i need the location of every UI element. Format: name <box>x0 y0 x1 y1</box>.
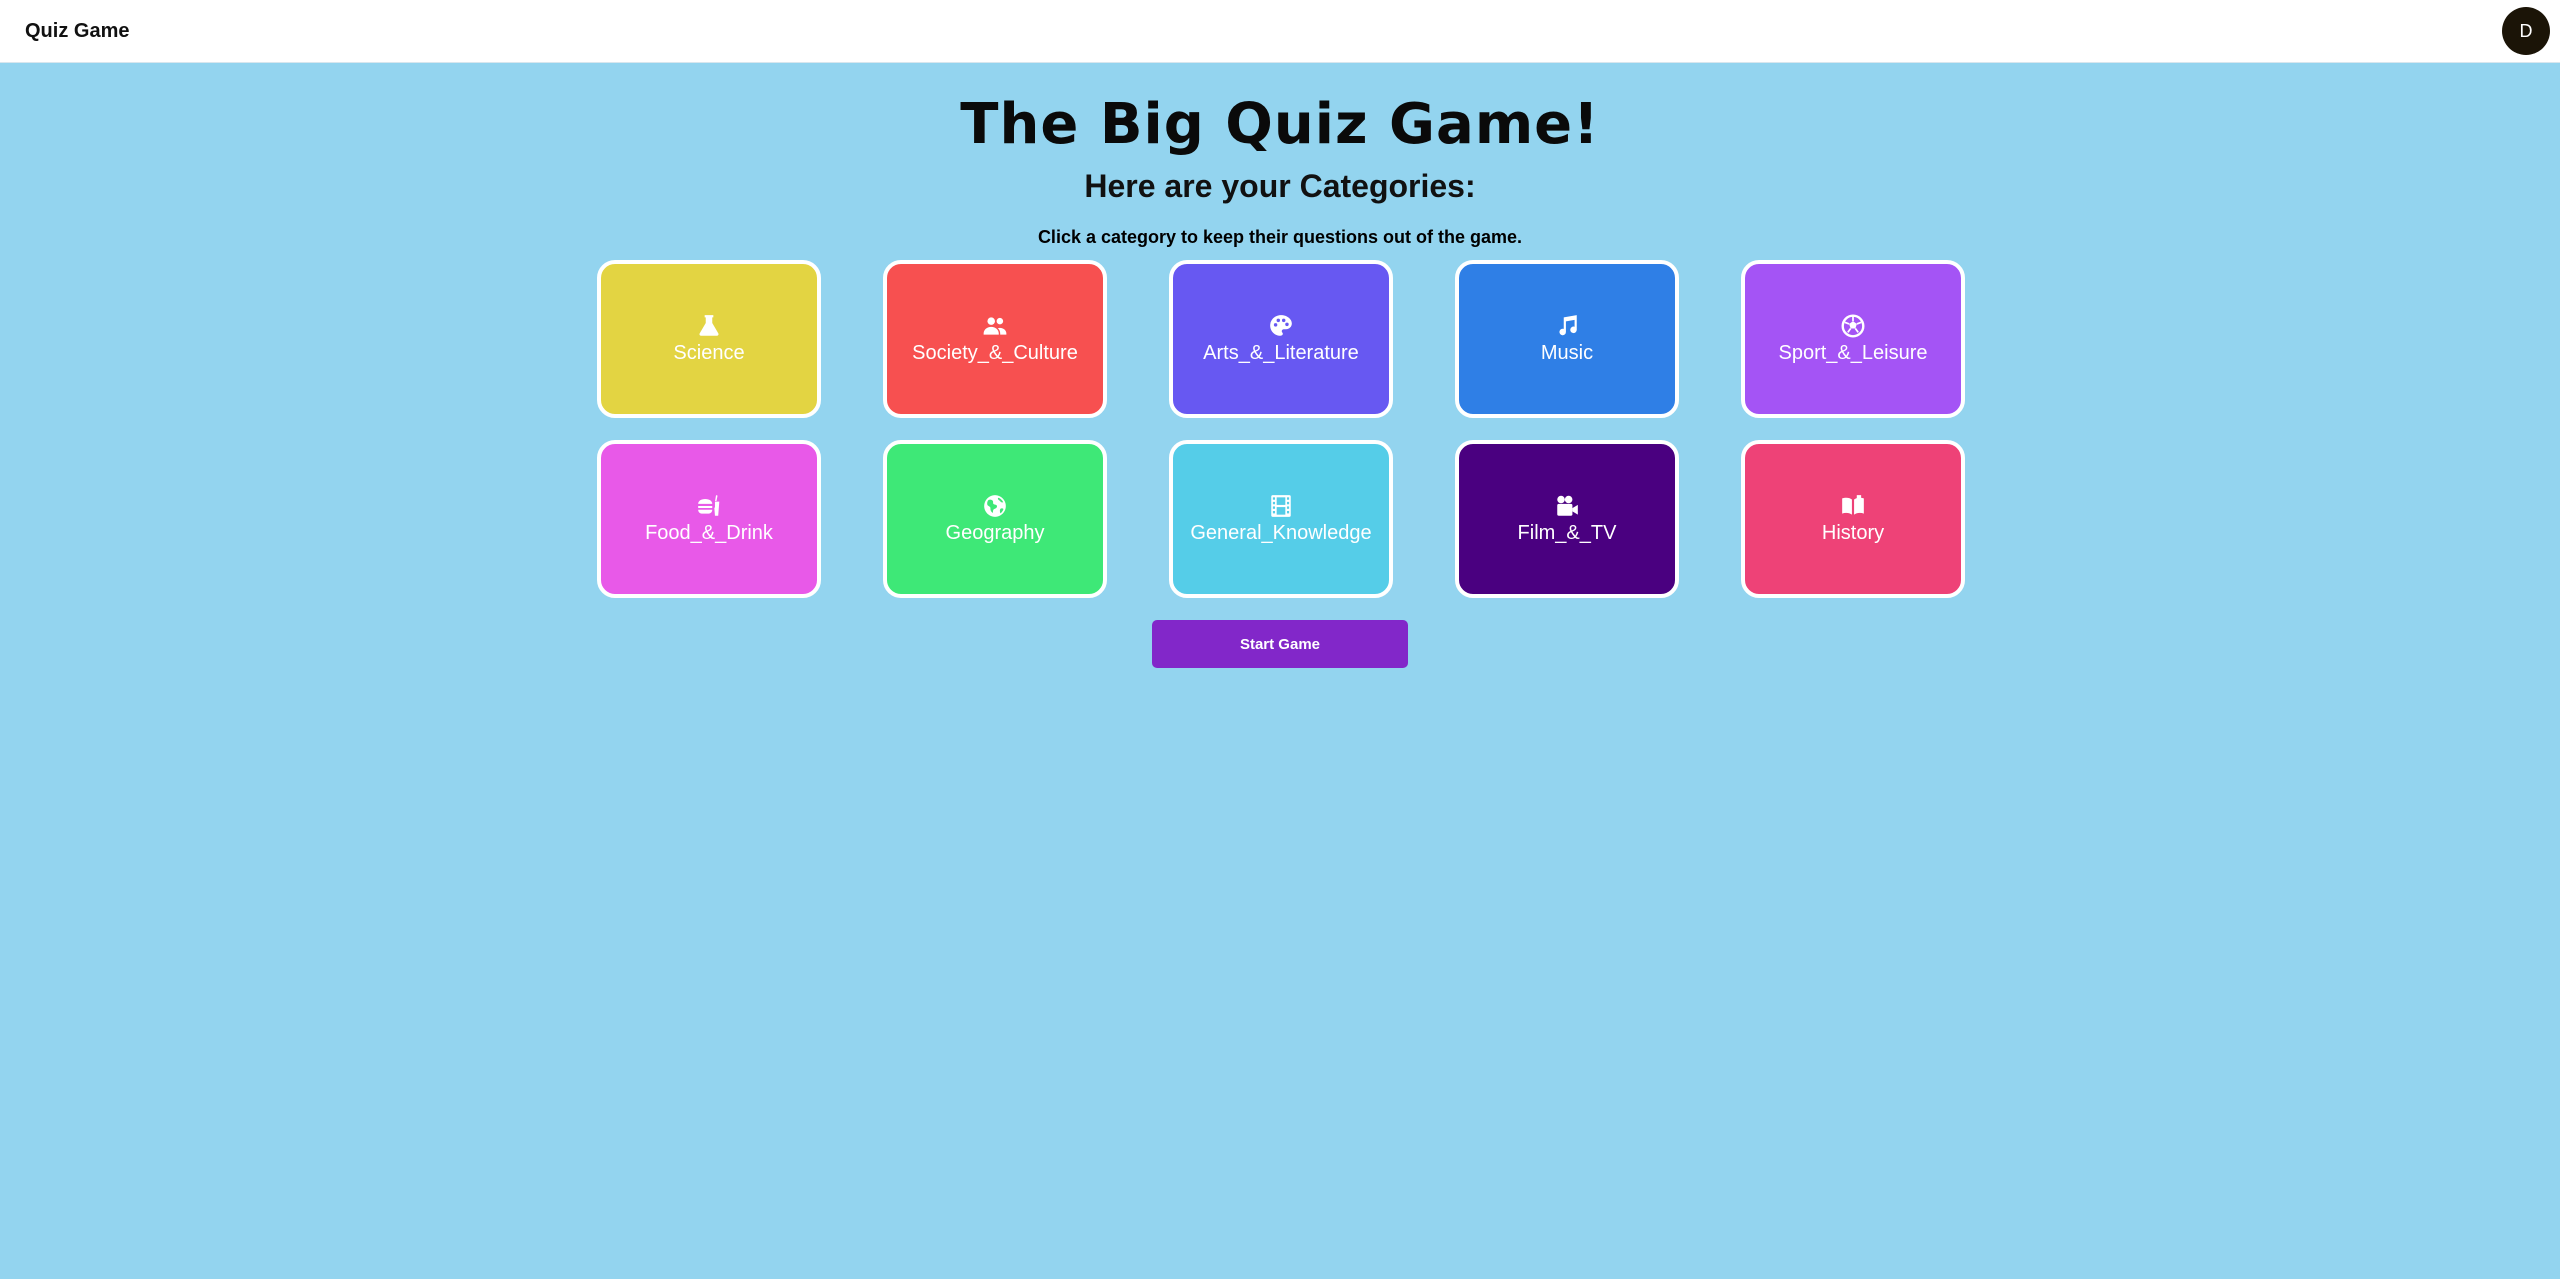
category-card-arts-literature[interactable]: Arts_&_Literature <box>1169 260 1393 418</box>
category-card-history[interactable]: History <box>1741 440 1965 598</box>
category-label: Science <box>673 342 745 364</box>
book-open-icon <box>1840 493 1866 519</box>
globe-icon <box>982 493 1008 519</box>
film-strip-icon <box>1268 493 1294 519</box>
instructions-text: Click a category to keep their questions… <box>1037 227 1523 247</box>
category-label: History <box>1821 522 1885 544</box>
category-card-film-tv[interactable]: Film_&_TV <box>1455 440 1679 598</box>
category-label: Geography <box>945 522 1045 544</box>
category-card-geography[interactable]: Geography <box>883 440 1107 598</box>
music-icon <box>1554 313 1580 339</box>
flask-icon <box>696 313 722 339</box>
app-title[interactable]: Quiz Game <box>25 19 129 43</box>
category-card-music[interactable]: Music <box>1455 260 1679 418</box>
page-title: The Big Quiz Game! <box>960 92 1600 157</box>
page-subtitle: Here are your Categories: <box>1084 168 1476 204</box>
category-label: Film_&_TV <box>1517 522 1617 544</box>
video-camera-icon <box>1554 493 1580 519</box>
category-label: Sport_&_Leisure <box>1778 342 1928 364</box>
category-label: Arts_&_Literature <box>1203 342 1359 364</box>
category-label: Food_&_Drink <box>645 522 773 544</box>
category-card-sport-leisure[interactable]: Sport_&_Leisure <box>1741 260 1965 418</box>
category-card-science[interactable]: Science <box>597 260 821 418</box>
category-card-general-knowledge[interactable]: General_Knowledge <box>1169 440 1393 598</box>
user-avatar[interactable]: D <box>2502 7 2550 55</box>
category-card-food-drink[interactable]: Food_&_Drink <box>597 440 821 598</box>
top-nav-bar: Quiz Game D <box>0 0 2560 63</box>
palette-icon <box>1268 313 1294 339</box>
category-label: Society_&_Culture <box>912 342 1078 364</box>
category-grid: Science Society_&_Culture Arts_&_Literat… <box>597 260 1965 598</box>
category-card-society-culture[interactable]: Society_&_Culture <box>883 260 1107 418</box>
users-icon <box>982 313 1008 339</box>
start-game-button[interactable]: Start Game <box>1152 620 1408 668</box>
soccer-ball-icon <box>1840 313 1866 339</box>
category-label: Music <box>1540 342 1594 364</box>
category-label: General_Knowledge <box>1190 522 1372 544</box>
burger-drink-icon <box>696 493 722 519</box>
